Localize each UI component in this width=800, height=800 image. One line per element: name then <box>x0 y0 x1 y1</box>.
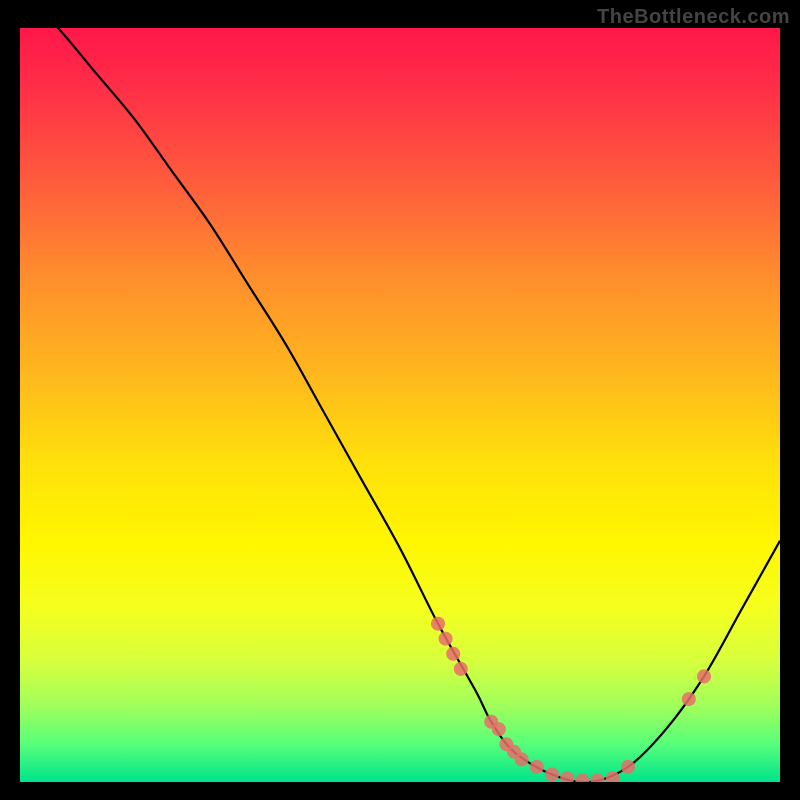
curve-svg <box>20 28 780 782</box>
marker-group <box>431 617 711 782</box>
data-marker <box>545 768 559 782</box>
data-marker <box>530 760 544 774</box>
plot-area <box>20 28 780 782</box>
data-marker <box>439 632 453 646</box>
data-marker <box>492 722 506 736</box>
data-marker <box>431 617 445 631</box>
chart-frame: TheBottleneck.com <box>0 0 800 800</box>
data-marker <box>575 774 589 783</box>
data-marker <box>697 669 711 683</box>
watermark-text: TheBottleneck.com <box>597 6 790 29</box>
data-marker <box>446 647 460 661</box>
main-curve <box>20 28 780 782</box>
data-marker <box>591 774 605 783</box>
data-marker <box>682 692 696 706</box>
data-marker <box>621 760 635 774</box>
data-marker <box>515 752 529 766</box>
data-marker <box>560 771 574 782</box>
data-marker <box>454 662 468 676</box>
